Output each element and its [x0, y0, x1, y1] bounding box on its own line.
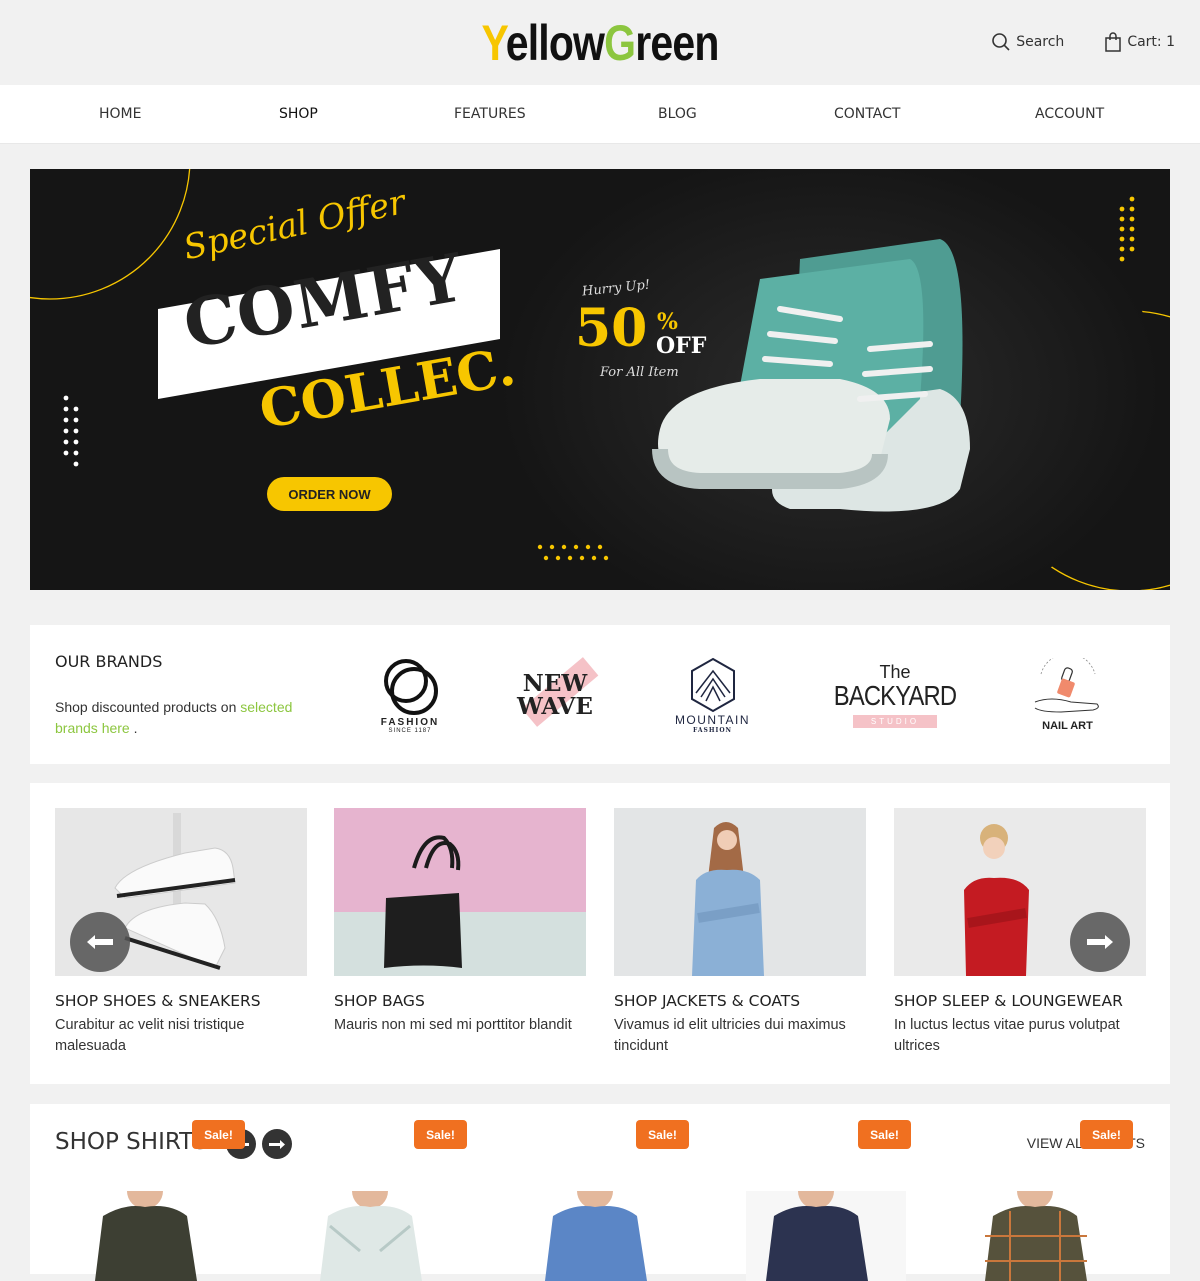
sale-badge: Sale! [192, 1120, 245, 1149]
search-button[interactable]: Search [991, 32, 1064, 52]
arrow-right-icon [1087, 935, 1113, 949]
shirt-product-card[interactable] [75, 1191, 235, 1281]
cart-button[interactable]: Cart: 1 [1104, 32, 1175, 52]
cart-label: Cart: 1 [1127, 34, 1175, 50]
category-card-bags[interactable]: SHOP BAGS Mauris non mi sed mi porttitor… [334, 808, 586, 1036]
nav-shop[interactable]: SHOP [279, 106, 318, 122]
hero-discount: 50 [575, 298, 648, 359]
shirt-product-card[interactable] [525, 1191, 685, 1281]
nav-blog[interactable]: BLOG [658, 106, 697, 122]
nav-features[interactable]: FEATURES [454, 106, 526, 122]
nail-polish-hand-icon [1034, 658, 1099, 713]
order-now-button[interactable]: ORDER NOW [267, 477, 392, 511]
shopping-bag-icon [1105, 32, 1122, 52]
bags-image [334, 808, 586, 976]
fashion-rings-icon [384, 658, 438, 715]
category-desc: Curabitur ac velit nisi tristique malesu… [55, 1017, 245, 1054]
category-card-jackets[interactable]: SHOP JACKETS & COATS Vivamus id elit ult… [614, 808, 866, 1057]
sale-badge: Sale! [414, 1120, 467, 1149]
sale-badge: Sale! [636, 1120, 689, 1149]
brands-title: OUR BRANDS [55, 652, 163, 671]
mountain-hexagon-icon [690, 657, 735, 712]
nav-contact[interactable]: CONTACT [834, 106, 900, 122]
category-desc: Vivamus id elit ultricies dui maximus ti… [614, 1017, 846, 1054]
arrow-left-icon [87, 935, 113, 949]
shirt-image [985, 1191, 1087, 1281]
brand-logo-nail-art[interactable]: NAIL ART [1025, 645, 1110, 745]
shirts-next-button[interactable] [262, 1129, 292, 1159]
arrow-right-icon [269, 1139, 285, 1149]
site-logo[interactable]: YellowGreen [108, 14, 1092, 72]
sneaker-image [652, 239, 970, 512]
shirt-image [320, 1191, 422, 1281]
carousel-next-button[interactable] [1070, 912, 1130, 972]
shop-shirts-title: SHOP SHIRTS [55, 1129, 208, 1155]
category-title: SHOP JACKETS & COATS [614, 992, 801, 1010]
categories-carousel: SHOP SHOES & SNEAKERS Curabitur ac velit… [30, 783, 1170, 1084]
shirt-product-card[interactable] [300, 1191, 460, 1281]
hero-banner[interactable]: Special Offer COMFY COLLEC. ORDER NOW Hu… [30, 169, 1170, 590]
brand-logo-backyard[interactable]: The BACKYARD STUDIO [825, 645, 965, 745]
category-desc: Mauris non mi sed mi porttitor blandit [334, 1017, 572, 1033]
main-nav: HOME SHOP FEATURES BLOG CONTACT ACCOUNT [0, 85, 1200, 144]
jackets-image [614, 808, 866, 976]
search-icon [992, 33, 1010, 51]
shirt-product-card[interactable] [746, 1191, 906, 1281]
shirt-image [95, 1191, 197, 1281]
sale-badge: Sale! [1080, 1120, 1133, 1149]
brand-logo-fashion[interactable]: FASHION SINCE 1187 [370, 645, 450, 745]
brand-logo-new-wave[interactable]: NEW WAVE [510, 645, 600, 745]
shirt-image [746, 1191, 906, 1281]
search-label: Search [1016, 34, 1065, 50]
category-desc: In luctus lectus vitae purus volutpat ul… [894, 1017, 1120, 1054]
category-title: SHOP BAGS [334, 992, 425, 1010]
shirt-image [545, 1191, 647, 1281]
sale-badge: Sale! [858, 1120, 911, 1149]
brand-logo-mountain[interactable]: MOUNTAIN FASHION [665, 645, 760, 745]
shop-shirts-panel: SHOP SHIRTS VIEW ALL SHIRTS Sale! Sale! … [30, 1104, 1170, 1281]
carousel-prev-button[interactable] [70, 912, 130, 972]
category-title: SHOP SHOES & SNEAKERS [55, 992, 261, 1010]
nav-account[interactable]: ACCOUNT [1035, 106, 1104, 122]
top-header: YellowGreen Search Cart: 1 [0, 0, 1200, 85]
brands-description: Shop discounted products on selected bra… [55, 699, 293, 736]
brands-panel: OUR BRANDS Shop discounted products on s… [30, 625, 1170, 764]
category-title: SHOP SLEEP & LOUNGEWEAR [894, 992, 1123, 1010]
shirt-product-card[interactable] [965, 1191, 1125, 1281]
nav-home[interactable]: HOME [99, 106, 141, 122]
